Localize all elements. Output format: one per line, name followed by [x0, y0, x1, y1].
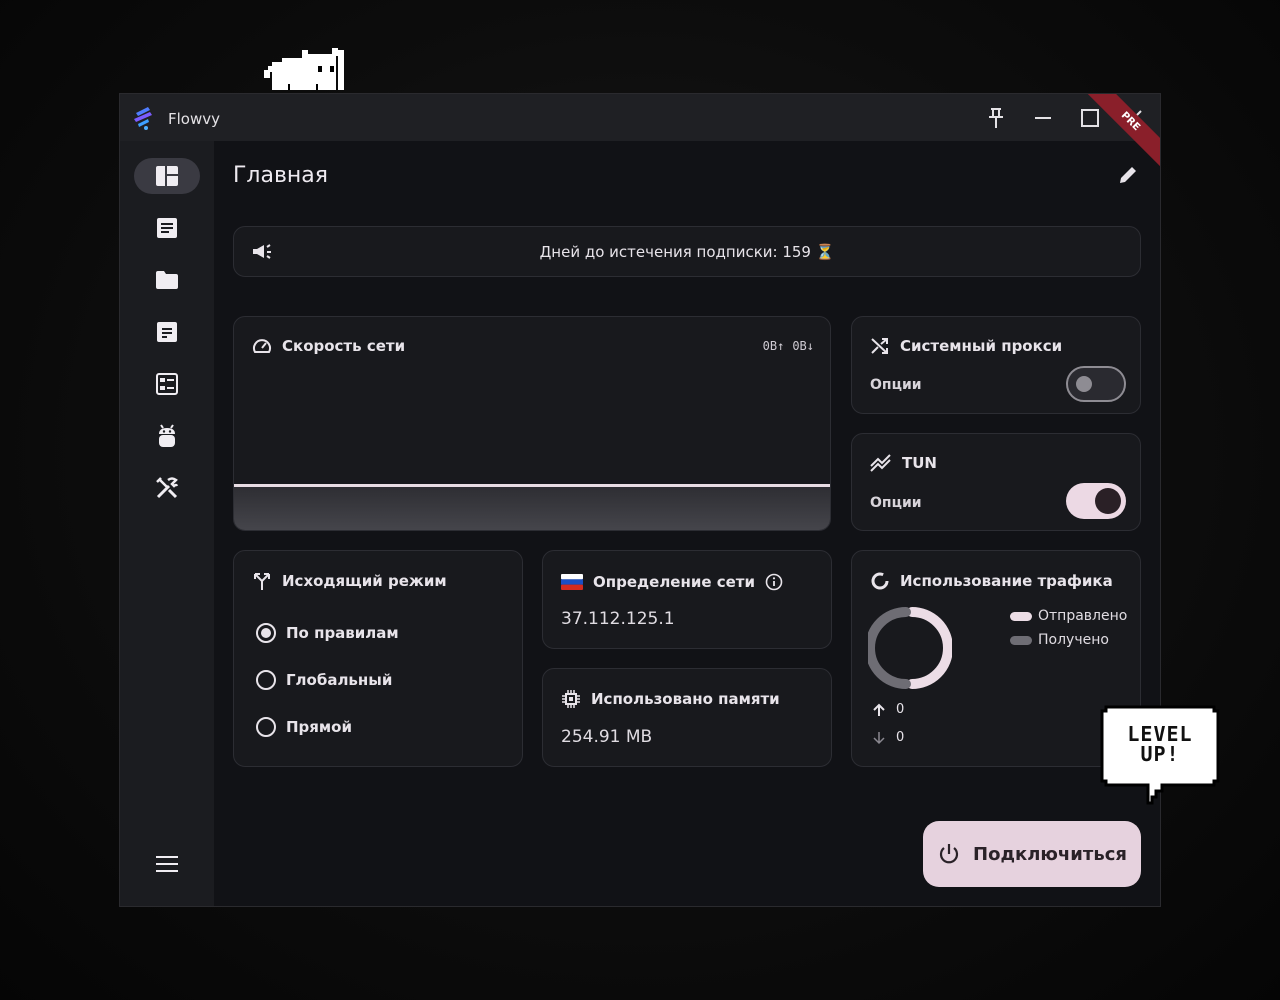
- traffic-usage-card: Использование трафика Отправлено Получен…: [851, 550, 1141, 767]
- donut-received-arc: [868, 607, 911, 689]
- nav-connections[interactable]: [134, 366, 200, 402]
- traffic-down-row: 0: [872, 730, 904, 745]
- nav-profiles[interactable]: [134, 262, 200, 298]
- toggle-knob: [1076, 376, 1092, 392]
- speed-chart-area: [234, 487, 830, 530]
- fork-route-icon: [254, 573, 270, 590]
- chip-icon: [562, 690, 580, 708]
- trending-icon: [870, 454, 891, 472]
- menu-button[interactable]: [134, 846, 200, 882]
- tun-toggle[interactable]: [1066, 483, 1126, 519]
- network-speed-card: Скорость сети 0B↑ 0B↓: [233, 316, 831, 531]
- subscription-text: Дней до истечения подписки: 159 ⏳: [539, 243, 835, 261]
- tools-icon: [156, 477, 179, 499]
- hamburger-menu-icon: [156, 856, 178, 872]
- network-speed-title: Скорость сети: [252, 337, 405, 355]
- donut-sent-arc: [907, 607, 952, 689]
- legend-sent: Отправлено: [1010, 608, 1127, 624]
- upload-speed: 0B↑: [762, 339, 785, 353]
- minimize-button[interactable]: [1029, 104, 1057, 132]
- minimize-icon: [1035, 117, 1051, 119]
- download-speed: 0B↓: [792, 339, 814, 353]
- legend-sent-swatch: [1010, 611, 1032, 621]
- network-detection-title: Определение сети: [561, 573, 783, 591]
- nav-tools[interactable]: [134, 470, 200, 506]
- sidebar: [120, 141, 214, 906]
- donut-chart-icon: [871, 572, 889, 590]
- system-proxy-card: Системный прокси Опции: [851, 316, 1141, 414]
- power-icon: [939, 844, 959, 864]
- mode-option-direct[interactable]: Прямой: [256, 717, 352, 737]
- app-name: Flowvy: [168, 110, 220, 128]
- maximize-icon: [1081, 109, 1099, 127]
- document-icon: [157, 218, 177, 238]
- connect-button[interactable]: Подключиться: [923, 821, 1141, 887]
- arrow-down-icon: [873, 731, 885, 744]
- network-detection-card: Определение сети 37.112.125.1: [542, 550, 832, 649]
- pencil-icon: [1120, 167, 1136, 183]
- nav-requests[interactable]: [134, 314, 200, 350]
- system-proxy-title: Системный прокси: [870, 337, 1062, 355]
- tun-card: TUN Опции: [851, 433, 1141, 531]
- main-content: Главная Дней до истечения подписки: 159 …: [214, 141, 1160, 906]
- outbound-mode-title: Исходящий режим: [252, 571, 447, 591]
- pin-icon: [989, 108, 1003, 128]
- flowvy-logo-icon: [134, 107, 152, 130]
- speed-values: 0B↑ 0B↓: [763, 339, 814, 353]
- list-view-icon: [156, 373, 178, 395]
- dashboard-icon: [156, 166, 178, 186]
- radio-icon: [256, 670, 276, 690]
- maximize-button[interactable]: [1076, 104, 1104, 132]
- russia-flag-icon: [561, 574, 583, 590]
- connect-button-label: Подключиться: [973, 843, 1127, 865]
- radio-selected-icon: [256, 623, 276, 643]
- app-window: Flowvy PRE Главная Дней до истечения под…: [119, 93, 1161, 907]
- info-icon[interactable]: [765, 573, 783, 591]
- mode-option-global[interactable]: Глобальный: [256, 670, 392, 690]
- page-title: Главная: [233, 163, 329, 188]
- traffic-usage-title: Использование трафика: [870, 571, 1113, 591]
- system-proxy-toggle[interactable]: [1066, 366, 1126, 402]
- memory-card: Использовано памяти 254.91 MB: [542, 668, 832, 767]
- nav-proxies[interactable]: [134, 210, 200, 246]
- arrow-up-icon: [873, 703, 885, 716]
- outbound-mode-card: Исходящий режим По правилам Глобальный П…: [233, 550, 523, 767]
- edit-layout-button[interactable]: [1114, 161, 1142, 189]
- folder-icon: [156, 271, 178, 289]
- nav-resources[interactable]: [134, 418, 200, 454]
- shuffle-icon: [871, 338, 888, 354]
- system-proxy-options-label: Опции: [870, 377, 922, 393]
- tun-title: TUN: [870, 454, 937, 472]
- memory-value: 254.91 MB: [561, 727, 653, 747]
- subscription-banner: Дней до истечения подписки: 159 ⏳: [233, 226, 1141, 277]
- speedometer-icon: [253, 339, 271, 353]
- android-icon: [159, 424, 175, 447]
- tun-options-label: Опции: [870, 495, 922, 511]
- pin-button[interactable]: [982, 104, 1010, 132]
- mode-option-rules[interactable]: По правилам: [256, 623, 399, 643]
- traffic-donut-chart: [868, 607, 952, 689]
- radio-icon: [256, 717, 276, 737]
- traffic-up-row: 0: [872, 702, 904, 717]
- legend-received: Получено: [1010, 632, 1109, 648]
- legend-received-swatch: [1010, 635, 1032, 645]
- notes-icon: [157, 322, 177, 342]
- ip-address: 37.112.125.1: [561, 609, 675, 629]
- level-up-text: LEVEL UP!: [1127, 722, 1193, 766]
- nav-dashboard[interactable]: [134, 158, 200, 194]
- toggle-knob: [1095, 488, 1121, 514]
- pixel-cat-sticker: [264, 48, 344, 90]
- title-bar: Flowvy PRE: [120, 94, 1160, 172]
- memory-title: Использовано памяти: [561, 689, 780, 709]
